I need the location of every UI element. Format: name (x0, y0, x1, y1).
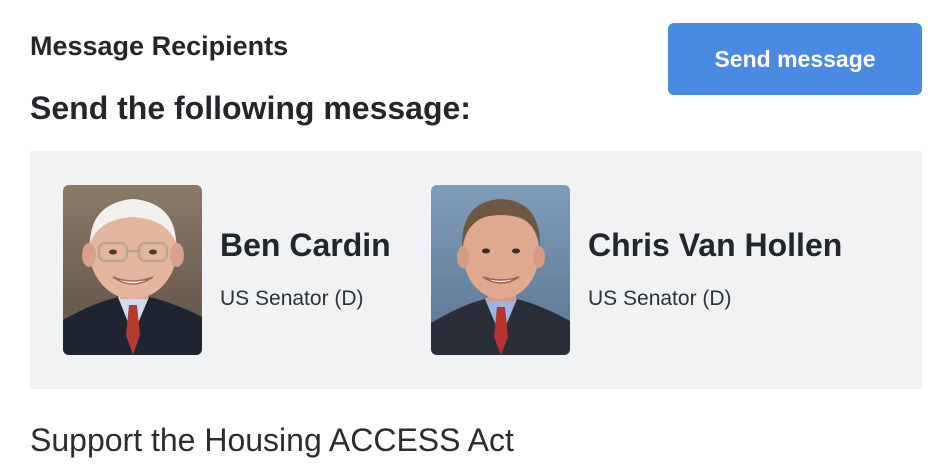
recipient-card: Ben Cardin US Senator (D) (63, 185, 423, 355)
message-instruction: Send the following message: (30, 90, 471, 126)
recipient-photo (63, 185, 202, 355)
section-title: Message Recipients (30, 31, 289, 61)
portrait-image (431, 185, 570, 355)
recipient-title: US Senator (D) (588, 287, 732, 310)
recipient-name: Chris Van Hollen (588, 227, 843, 263)
message-recipients-page: Message Recipients Send message Send the… (0, 0, 940, 466)
recipient-card: Chris Van Hollen US Senator (D) (431, 185, 911, 355)
recipient-photo (431, 185, 570, 355)
send-message-button[interactable]: Send message (668, 23, 922, 95)
recipient-name: Ben Cardin (220, 227, 391, 263)
recipient-title: US Senator (D) (220, 287, 364, 310)
message-subject: Support the Housing ACCESS Act (30, 422, 514, 458)
portrait-image (63, 185, 202, 355)
recipients-panel: Ben Cardin US Senator (D) Chris Van Holl… (30, 151, 922, 389)
